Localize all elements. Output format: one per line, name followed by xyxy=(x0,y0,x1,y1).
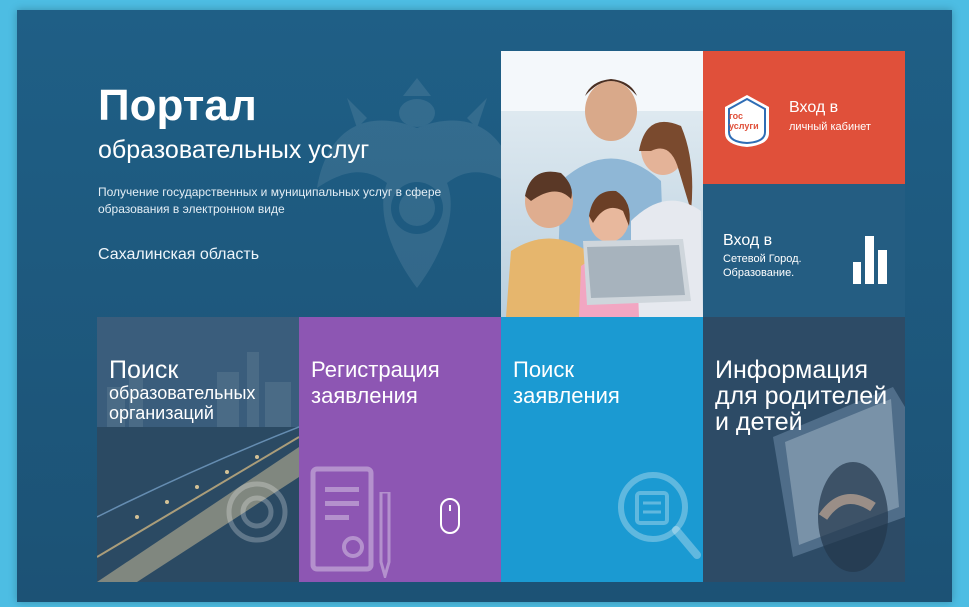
target-icon xyxy=(226,481,288,543)
portal-panel: Портал образовательных услуг Получение г… xyxy=(17,10,952,602)
search-organizations-title-line2: образовательных xyxy=(109,383,256,403)
gosuslugi-badge-line1: гос xyxy=(729,111,744,121)
network-city-subtitle-line1: Сетевой Город. xyxy=(723,253,802,265)
search-organizations-title-line1: Поиск xyxy=(109,356,179,384)
network-city-title: Вход в xyxy=(723,232,773,249)
register-application-tile[interactable]: Регистрация заявления xyxy=(299,317,501,582)
network-city-login-tile[interactable]: Вход в Сетевой Город. Образование. xyxy=(703,184,905,317)
mouse-icon xyxy=(440,498,460,534)
gosuslugi-icon: гос услуги xyxy=(723,93,771,149)
region-label: Сахалинская область xyxy=(98,246,260,263)
parents-info-title-line1: Информация xyxy=(715,356,869,384)
gosuslugi-login-title: Вход в xyxy=(789,99,839,116)
search-application-tile[interactable]: Поиск заявления xyxy=(501,317,703,582)
search-organizations-title-line3: организаций xyxy=(109,403,214,423)
page-description: Получение государственных и муниципальны… xyxy=(98,185,442,216)
search-application-title-line2: заявления xyxy=(513,383,620,408)
search-organizations-tile[interactable]: Поиск образовательных организаций xyxy=(97,317,299,582)
gosuslugi-login-subtitle: личный кабинет xyxy=(789,121,871,133)
family-photo-illustration xyxy=(501,51,703,317)
search-document-icon xyxy=(618,472,701,559)
pen-icon xyxy=(379,492,391,578)
search-application-title-line1: Поиск xyxy=(513,357,574,382)
register-title-line1: Регистрация xyxy=(311,357,440,382)
page-title: Портал xyxy=(98,81,257,130)
page-subtitle: образовательных услуг xyxy=(98,136,370,164)
gosuslugi-login-tile[interactable]: гос услуги Вход в личный кабинет xyxy=(703,51,905,184)
gosuslugi-badge-line2: услуги xyxy=(729,121,759,131)
emblem-icon xyxy=(317,78,517,288)
network-city-icon xyxy=(853,236,887,284)
register-title-line2: заявления xyxy=(311,383,418,408)
parents-info-title-line3: и детей xyxy=(715,408,803,436)
network-city-subtitle-line2: Образование. xyxy=(723,267,795,279)
parents-info-tile[interactable]: Информация для родителей и детей xyxy=(703,317,905,582)
family-photo xyxy=(501,51,703,317)
parents-info-title-line2: для родителей xyxy=(715,382,888,410)
